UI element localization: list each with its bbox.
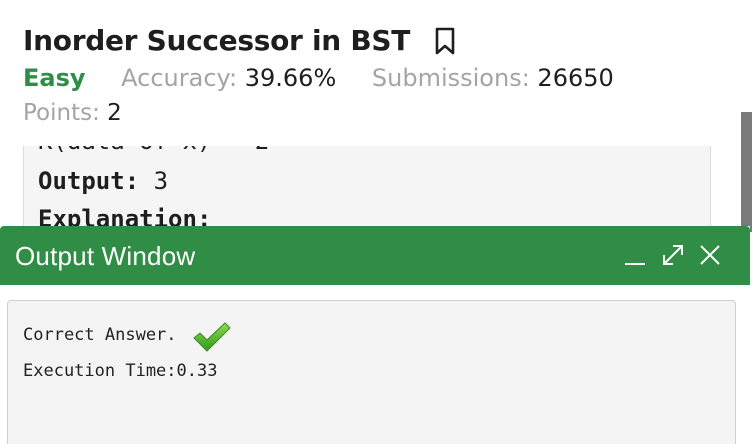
close-icon[interactable] xyxy=(697,242,723,268)
difficulty-badge: Easy xyxy=(23,64,86,92)
submissions-label: Submissions: xyxy=(371,64,530,92)
minimize-icon[interactable] xyxy=(622,242,648,268)
problem-header: Inorder Successor in BST Easy Accuracy: … xyxy=(0,0,740,146)
page-title: Inorder Successor in BST xyxy=(23,24,411,57)
output-result-panel: Correct Answer. Execution Time:0.33 xyxy=(7,300,736,444)
accuracy-value: 39.66% xyxy=(244,64,337,92)
expand-icon[interactable] xyxy=(660,242,686,268)
output-window: Output Window Correct Answer. Execution … xyxy=(0,226,750,444)
checkmark-icon xyxy=(192,321,232,355)
bookmark-icon[interactable] xyxy=(434,27,456,55)
output-window-header: Output Window xyxy=(0,226,750,285)
points-label: Points: xyxy=(23,100,100,126)
page: K(data of x) = 2 Output: 3 Explanation: … xyxy=(0,0,754,444)
result-text: Correct Answer. xyxy=(23,325,177,345)
execution-time: Execution Time:0.33 xyxy=(23,361,218,381)
output-window-title: Output Window xyxy=(15,241,196,271)
accuracy-label: Accuracy: xyxy=(121,64,238,92)
points-row: Points: 2 xyxy=(23,100,150,126)
title-row: Inorder Successor in BST xyxy=(23,24,456,57)
scrollbar-thumb[interactable] xyxy=(741,112,752,232)
output-example: Output: 3 xyxy=(38,167,168,195)
output-label: Output: xyxy=(38,167,140,195)
points-value: 2 xyxy=(107,100,122,126)
submissions-value: 26650 xyxy=(537,64,614,92)
problem-meta: Easy Accuracy: 39.66% Submissions: 26650 xyxy=(23,64,642,92)
output-value: 3 xyxy=(153,167,169,195)
